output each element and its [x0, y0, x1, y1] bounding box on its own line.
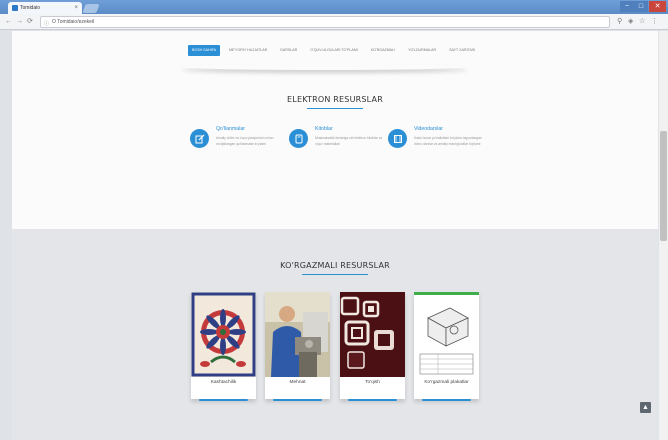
search-icon[interactable]: ⚲: [617, 16, 622, 28]
nav-item-lessons[interactable]: DARSLAR: [276, 45, 301, 56]
nav-item-normative-docs[interactable]: ME'YORIY HUJJATLAR: [225, 45, 271, 56]
forward-button[interactable]: →: [16, 16, 23, 28]
resource-desc: Mutaxassislik fanlariga oid elektron kit…: [315, 136, 383, 146]
nav-item-sitemap[interactable]: SAYT XARITASI: [445, 45, 479, 56]
scrollbar-thumb[interactable]: [660, 131, 667, 241]
back-button[interactable]: ←: [5, 16, 12, 28]
resource-title[interactable]: Videodarslar: [414, 126, 443, 132]
resource-desc: Kasb-hunar yo'nalishlari bo'yicha tayyor…: [414, 136, 482, 146]
card-embroidery[interactable]: Kashtachilik: [191, 292, 256, 401]
electron-title: ELEKTRON RESURSLAR: [287, 95, 383, 104]
card-accent: [422, 399, 471, 401]
electron-section: BOSH SAHIFA ME'YORIY HUJJATLAR DARSLAR O…: [12, 31, 658, 229]
web-page: BOSH SAHIFA ME'YORIY HUJJATLAR DARSLAR O…: [0, 31, 668, 440]
nav-item-home[interactable]: BOSH SAHIFA: [188, 44, 220, 56]
title-underline: [302, 274, 368, 275]
weaving-image: [340, 292, 405, 377]
resource-books[interactable]: Kitoblar Mutaxassislik fanlariga oid ele…: [289, 126, 389, 186]
menu-icon[interactable]: ⋮: [651, 16, 658, 28]
embroidery-image: [191, 292, 256, 377]
card-posters[interactable]: Ko'rgazmali plakatlar: [414, 292, 479, 401]
card-accent: [199, 399, 248, 401]
edit-icon: [190, 129, 209, 148]
card-label[interactable]: Mehnat: [265, 380, 330, 385]
tab-title: Tomidaio: [20, 5, 41, 11]
title-underline: [307, 108, 363, 109]
site-navigation: BOSH SAHIFA ME'YORIY HUJJATLAR DARSLAR O…: [188, 43, 479, 57]
address-text: O Tomidaio/ezekeil: [52, 19, 95, 25]
minimize-button[interactable]: −: [620, 1, 634, 12]
resource-title[interactable]: Qo'llanmalar: [216, 126, 245, 132]
card-accent: [348, 399, 397, 401]
scroll-to-top-button[interactable]: ▲: [640, 402, 651, 413]
address-bar[interactable]: ⓘ O Tomidaio/ezekeil: [40, 16, 610, 28]
browser-titlebar: Tomidaio × − □ ✕: [0, 0, 668, 14]
resource-manuals[interactable]: Qo'llanmalar Amaliy ta'lim va o'quv jara…: [190, 126, 290, 186]
tab-close-icon[interactable]: ×: [74, 2, 78, 14]
browser-toolbar: ← → ⟳ ⓘ O Tomidaio/ezekeil ⚲ ◈ ☆ ⋮: [0, 14, 668, 30]
reload-button[interactable]: ⟳: [27, 16, 33, 28]
nav-item-visual[interactable]: KO'RGAZMALI: [367, 45, 399, 56]
exhibit-title: KO'RGAZMALI RESURSLAR: [280, 261, 390, 270]
browser-tab[interactable]: Tomidaio ×: [8, 2, 82, 14]
card-accent: [273, 399, 322, 401]
card-labor[interactable]: Mehnat: [265, 292, 330, 401]
resource-title[interactable]: Kitoblar: [315, 126, 333, 132]
resource-desc: Amaliy ta'lim va o'quv jarayonlari uchun…: [216, 136, 274, 146]
posters-image: [414, 292, 479, 377]
close-window-button[interactable]: ✕: [649, 1, 666, 12]
nav-item-teaching-kit[interactable]: O'QUV-ULGULARI TO'PLAMI: [306, 45, 362, 56]
new-tab-button[interactable]: [82, 4, 100, 13]
nav-shadow: [182, 64, 467, 70]
film-icon: [388, 129, 407, 148]
star-icon[interactable]: ☆: [639, 16, 645, 28]
card-label[interactable]: To'qish: [340, 380, 405, 385]
card-label[interactable]: Kashtachilik: [191, 380, 256, 385]
resource-videos[interactable]: Videodarslar Kasb-hunar yo'nalishlari bo…: [388, 126, 488, 186]
nav-item-guides[interactable]: YO'LDURMALAR: [404, 45, 440, 56]
favicon-icon: [12, 5, 18, 11]
page-scrollbar[interactable]: [659, 31, 668, 440]
card-label[interactable]: Ko'rgazmali plakatlar: [414, 380, 479, 385]
book-icon: [289, 129, 308, 148]
exhibit-section: KO'RGAZMALI RESURSLAR: [12, 229, 658, 440]
maximize-button[interactable]: □: [634, 1, 648, 12]
card-weaving[interactable]: To'qish: [340, 292, 405, 401]
extension-icon[interactable]: ◈: [628, 16, 633, 28]
labor-image: [265, 292, 330, 377]
info-icon: ⓘ: [44, 21, 50, 27]
